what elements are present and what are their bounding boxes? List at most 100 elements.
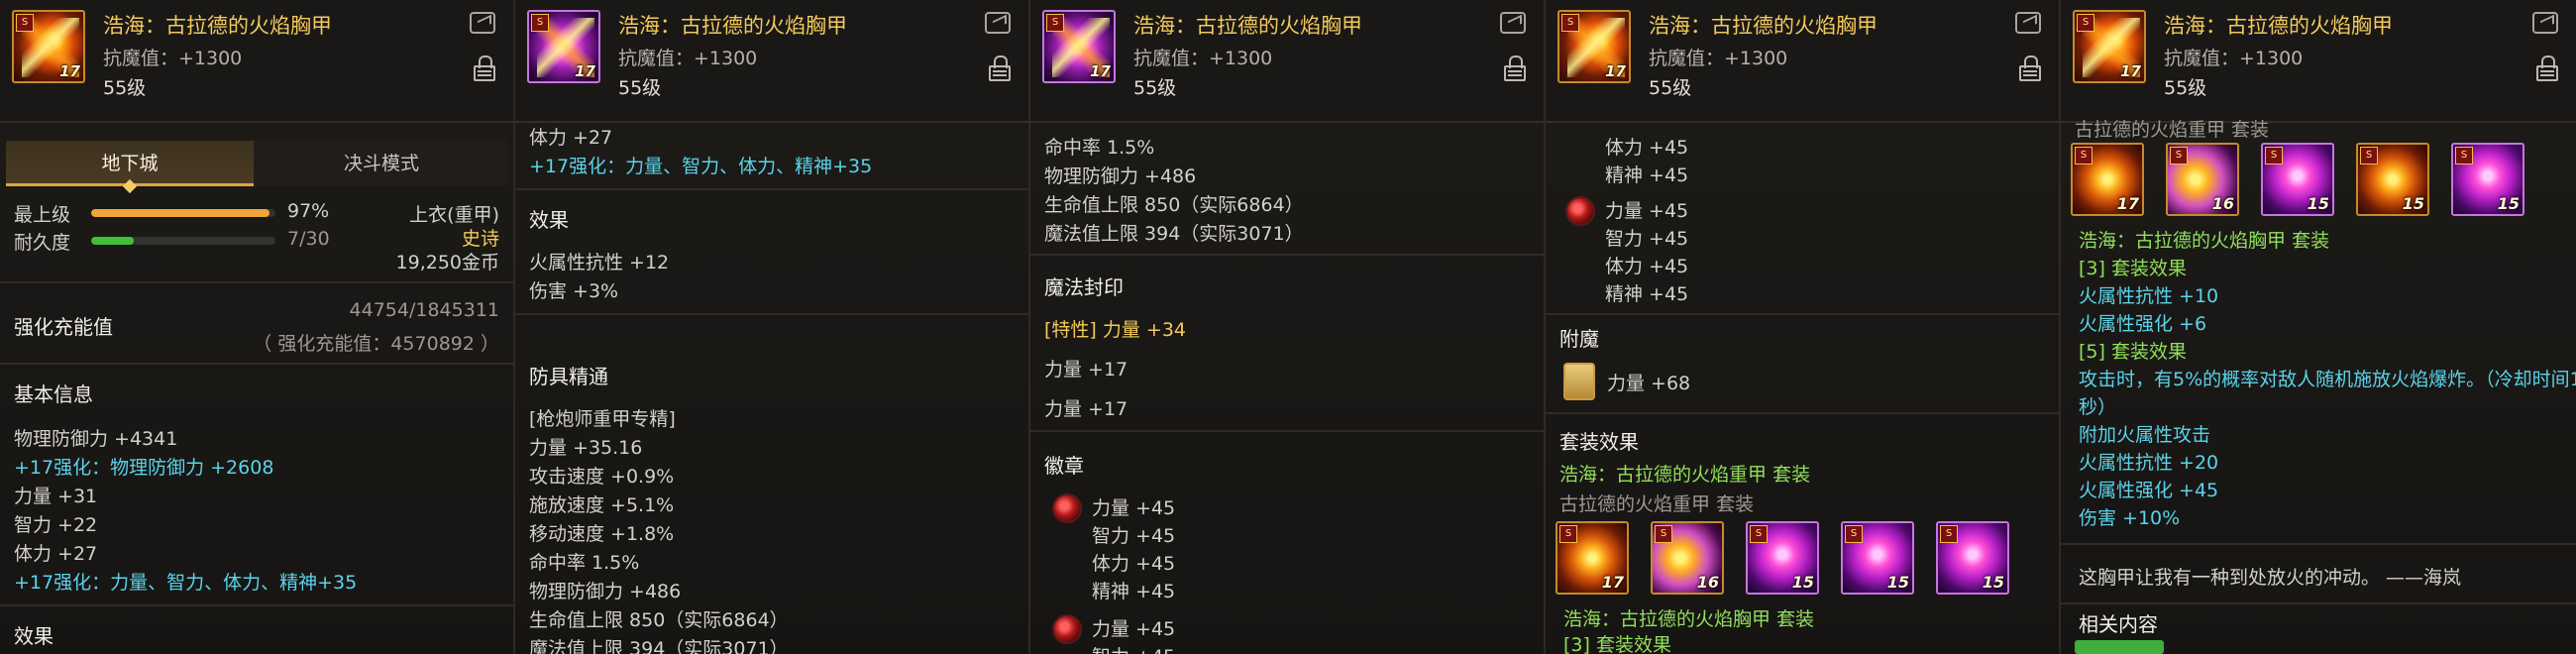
emblem-line: 力量 +45 bbox=[1605, 200, 1689, 222]
lock-icon[interactable] bbox=[2536, 55, 2558, 81]
set-item-icon[interactable]: S 15 bbox=[2356, 143, 2429, 216]
charge-value: 44754/1845311 bbox=[349, 299, 499, 321]
enchant-title: 附魔 bbox=[1559, 327, 1599, 351]
set-item-icon[interactable]: S 17 bbox=[2071, 143, 2144, 216]
seal-line: [特性] 力量 +34 bbox=[1044, 319, 1187, 341]
item-price: 19,250金币 bbox=[395, 252, 499, 273]
item-level-badge: 17 bbox=[2120, 62, 2141, 80]
set-bonus-line: 火属性抗性 +20 bbox=[2079, 452, 2219, 474]
divider bbox=[1546, 412, 2059, 414]
emblem-title: 徽章 bbox=[1044, 454, 1084, 478]
set-item-icon[interactable]: S 15 bbox=[1841, 521, 1914, 595]
share-icon[interactable] bbox=[2532, 12, 2558, 34]
panel-4-content: 体力 +45 精神 +45 力量 +45 智力 +45 体力 +45 精神 +4… bbox=[1546, 123, 2059, 654]
item-tag: S bbox=[2170, 147, 2188, 164]
basic-info-title: 基本信息 bbox=[14, 382, 93, 406]
set-base-name: 古拉德的火焰重甲 套装 bbox=[1559, 493, 1755, 515]
divider bbox=[1030, 430, 1544, 432]
tab-dungeon[interactable]: 地下城 bbox=[6, 141, 254, 186]
item-level: 55级 bbox=[2164, 77, 2207, 99]
item-thumbnail: S 17 bbox=[1557, 10, 1631, 83]
set-bonus-line: 附加火属性攻击 bbox=[2079, 424, 2211, 446]
mastery-line: 移动速度 +1.8% bbox=[529, 523, 675, 545]
item-level-badge: 15 bbox=[1886, 573, 1909, 592]
mastery-line: 物理防御力 +486 bbox=[1044, 165, 1197, 187]
item-level: 55级 bbox=[1133, 77, 1177, 99]
item-header: S 17 浩海：古拉德的火焰胸甲 抗魔值：+1300 55级 bbox=[2061, 0, 2576, 123]
mastery-line: 魔法值上限 394（实际3071） bbox=[1044, 223, 1304, 245]
set-item-icon[interactable]: S 15 bbox=[2261, 143, 2334, 216]
divider bbox=[515, 188, 1028, 190]
emblem-line: 体力 +45 bbox=[1605, 256, 1689, 277]
item-anti-magic: 抗魔值：+1300 bbox=[103, 48, 243, 69]
item-thumbnail: S 17 bbox=[1042, 10, 1116, 83]
item-header: S 17 浩海：古拉德的火焰胸甲 抗魔值：+1300 55级 bbox=[0, 0, 513, 123]
divider bbox=[2061, 543, 2576, 545]
item-thumbnail: S 17 bbox=[527, 10, 600, 83]
tooltip-panel-3: S 17 浩海：古拉德的火焰胸甲 抗魔值：+1300 55级 命中率 1.5% 物… bbox=[1030, 0, 1546, 654]
set-bonus-line: 火属性强化 +45 bbox=[2079, 480, 2219, 501]
item-level-badge: 17 bbox=[2116, 194, 2139, 213]
lock-icon[interactable] bbox=[474, 55, 495, 81]
emblem-line: 精神 +45 bbox=[1092, 581, 1176, 602]
item-tag: S bbox=[1655, 525, 1672, 543]
item-name: 浩海：古拉德的火焰胸甲 bbox=[618, 14, 847, 38]
share-icon[interactable] bbox=[2015, 12, 2041, 34]
durability-label: 耐久度 bbox=[14, 232, 71, 254]
mode-tabs: 地下城 决斗模式 bbox=[6, 141, 507, 186]
item-tag: S bbox=[2360, 147, 2378, 164]
lock-icon[interactable] bbox=[2019, 55, 2041, 81]
stat-line: 体力 +27 bbox=[529, 127, 613, 149]
item-anti-magic: 抗魔值：+1300 bbox=[1649, 48, 1788, 69]
share-icon[interactable] bbox=[1500, 12, 1526, 34]
tooltip-panel-4: S 17 浩海：古拉德的火焰胸甲 抗魔值：+1300 55级 体力 +45 精神 … bbox=[1546, 0, 2061, 654]
set-item-icon[interactable]: S 17 bbox=[1556, 521, 1629, 595]
effect-title: 效果 bbox=[14, 624, 54, 648]
item-name: 浩海：古拉德的火焰胸甲 bbox=[1133, 14, 1362, 38]
item-tag: S bbox=[2455, 147, 2473, 164]
share-icon[interactable] bbox=[470, 12, 495, 34]
item-tag: S bbox=[16, 14, 34, 32]
set-base-name: 古拉德的火焰重甲 套装 bbox=[2075, 119, 2270, 141]
stat-line: 物理防御力 +4341 bbox=[14, 428, 178, 450]
set-item-icon[interactable]: S 15 bbox=[1936, 521, 2009, 595]
related-link-button[interactable] bbox=[2075, 640, 2164, 654]
stat-line: 力量 +31 bbox=[14, 486, 98, 507]
set-item-icon[interactable]: S 15 bbox=[2451, 143, 2524, 216]
panel-2-content: 体力 +27 +17强化：力量、智力、体力、精神+35 效果 火属性抗性 +12… bbox=[515, 123, 1028, 654]
panel-1-content: 地下城 决斗模式 最上级 97% 耐久度 7/30 上衣(重甲) 史诗 19,2… bbox=[0, 123, 513, 654]
item-level-badge: 16 bbox=[2211, 194, 2234, 213]
set-bonus-label: [3] 套装效果 bbox=[2079, 258, 2187, 279]
charge-actual: （ 强化充能值：4570892 ） bbox=[253, 333, 499, 355]
red-emblem-icon bbox=[1565, 196, 1595, 226]
item-rarity: 史诗 bbox=[461, 228, 499, 250]
emblem-line: 精神 +45 bbox=[1605, 164, 1689, 186]
item-tag: S bbox=[1750, 525, 1768, 543]
item-level-badge: 15 bbox=[1791, 573, 1814, 592]
item-tag: S bbox=[2075, 147, 2093, 164]
item-tag: S bbox=[2265, 147, 2283, 164]
set-item-icon[interactable]: S 16 bbox=[1651, 521, 1724, 595]
item-level-badge: 16 bbox=[1696, 573, 1719, 592]
share-icon[interactable] bbox=[985, 12, 1011, 34]
set-bonus-line: 秒） bbox=[2079, 396, 2117, 418]
mastery-line: 命中率 1.5% bbox=[529, 552, 640, 574]
lock-icon[interactable] bbox=[989, 55, 1011, 81]
item-anti-magic: 抗魔值：+1300 bbox=[618, 48, 758, 69]
mastery-line: 施放速度 +5.1% bbox=[529, 494, 675, 516]
item-tag: S bbox=[1559, 525, 1577, 543]
item-level: 55级 bbox=[1649, 77, 1692, 99]
tooltip-panel-5: S 17 浩海：古拉德的火焰胸甲 抗魔值：+1300 55级 古拉德的火焰重甲 套… bbox=[2061, 0, 2576, 654]
panel-5-content: 古拉德的火焰重甲 套装 S 17 S 16 S 15 S 15 S 15 浩海：古拉德的火… bbox=[2061, 119, 2576, 654]
set-bonus-label: [3] 套装效果 bbox=[1563, 634, 1671, 654]
item-level-badge: 17 bbox=[1601, 573, 1624, 592]
set-item-icon[interactable]: S 15 bbox=[1746, 521, 1819, 595]
lock-icon[interactable] bbox=[1504, 55, 1526, 81]
tab-pvp[interactable]: 决斗模式 bbox=[254, 141, 509, 186]
max-level-bar bbox=[91, 209, 275, 217]
mastery-line: [枪炮师重甲专精] bbox=[529, 408, 676, 430]
set-bonus-line: 火属性强化 +6 bbox=[2079, 313, 2207, 335]
charge-label: 强化充能值 bbox=[14, 315, 113, 339]
stat-line: 体力 +27 bbox=[14, 543, 98, 565]
set-item-icon[interactable]: S 16 bbox=[2166, 143, 2239, 216]
